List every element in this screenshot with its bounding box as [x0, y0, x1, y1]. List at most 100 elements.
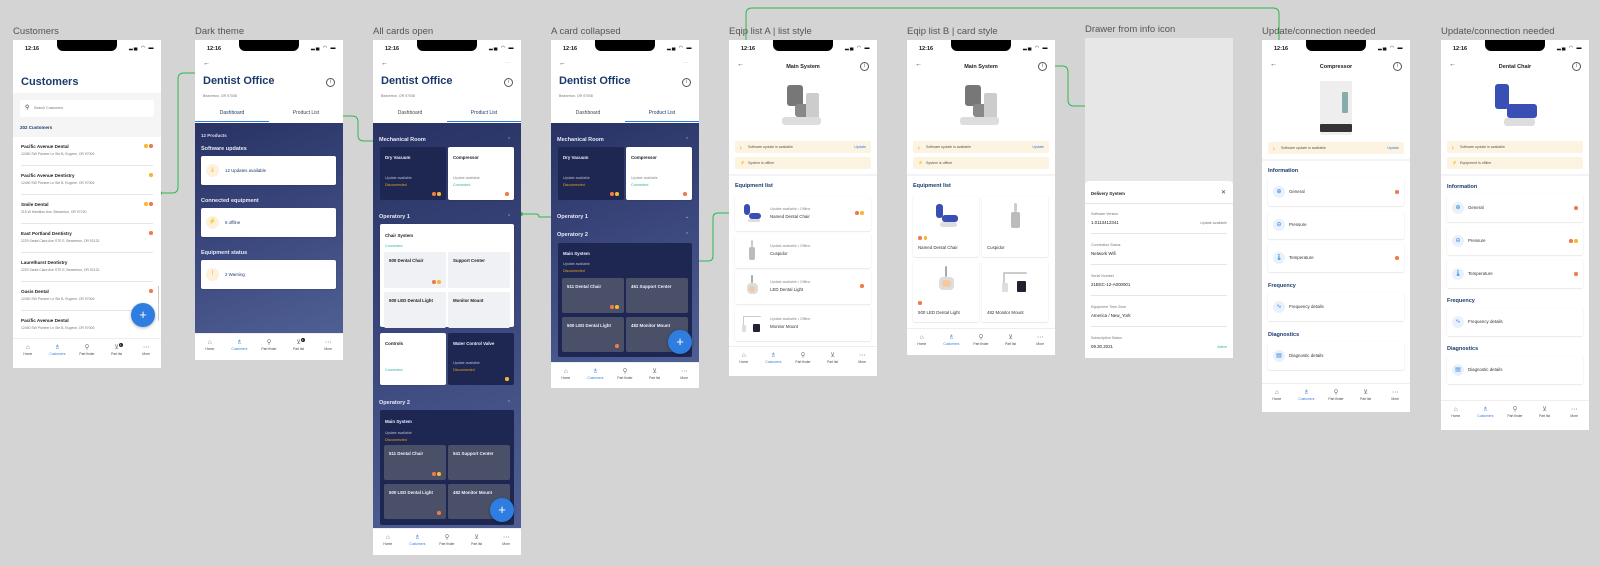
- nav-more[interactable]: ⋯ More: [1380, 389, 1410, 401]
- tab-product-list[interactable]: Product List: [625, 107, 699, 122]
- tab-product-list[interactable]: Product List: [269, 107, 343, 121]
- nav-part-list[interactable]: ⊻ Part list 1: [102, 343, 132, 356]
- nav-customers[interactable]: ♗ Customers: [1471, 406, 1501, 418]
- nav-more[interactable]: ⋯ More: [1559, 406, 1589, 418]
- nav-customers[interactable]: ♗ Customers: [403, 534, 433, 546]
- nav-part-finder[interactable]: ⚲ Part finder: [254, 339, 284, 351]
- back-button[interactable]: ←: [737, 61, 744, 68]
- equipment-card[interactable]: 511 Dental Chair: [384, 445, 446, 480]
- nav-home[interactable]: ⌂ Home: [551, 368, 581, 380]
- nav-home[interactable]: ⌂ Home: [195, 339, 225, 351]
- detail-row-frequency-details[interactable]: ∿ Frequency details: [1268, 293, 1404, 321]
- info-icon[interactable]: i: [1393, 62, 1402, 71]
- chevron-up-icon[interactable]: ⌃: [685, 137, 689, 143]
- detail-row-general[interactable]: ⊕ General: [1447, 194, 1583, 222]
- nav-more[interactable]: ⋯ More: [131, 344, 161, 356]
- equipment-card[interactable]: Named Dental Chair: [913, 196, 979, 257]
- equipment-card[interactable]: 541 Support Center: [448, 445, 510, 480]
- detail-row-temperature[interactable]: 🌡 Temperature: [1447, 260, 1583, 288]
- nav-home[interactable]: ⌂ Home: [373, 534, 403, 546]
- nav-part-list[interactable]: ⊻ Part list: [996, 334, 1026, 346]
- nav-part-list[interactable]: ⊻ Part list: [1351, 389, 1381, 401]
- more-button[interactable]: ⋯: [683, 60, 688, 66]
- nav-part-list[interactable]: ⊻ Part list 1: [284, 338, 314, 351]
- section-header[interactable]: Operatory 2: [379, 400, 410, 406]
- device-card[interactable]: Compressor Update available Connected: [626, 147, 692, 200]
- info-icon[interactable]: i: [1572, 62, 1581, 71]
- back-button[interactable]: ←: [559, 60, 566, 67]
- equipment-card[interactable]: 500 LED Dental Light: [913, 261, 979, 322]
- nav-more[interactable]: ⋯ More: [1025, 334, 1055, 346]
- device-card[interactable]: Compressor Update available Connected: [448, 147, 514, 200]
- equipment-card[interactable]: 461 Support Center: [626, 278, 688, 313]
- section-header[interactable]: Mechanical Room: [557, 137, 604, 143]
- nav-part-list[interactable]: ⊻ Part list: [1530, 406, 1560, 418]
- detail-row-pressure[interactable]: ⊖ Pressure: [1268, 211, 1404, 239]
- info-icon[interactable]: i: [1038, 62, 1047, 71]
- customer-list-item[interactable]: Pacific Avenue Dentistry 12450 SW Pioneer…: [13, 166, 161, 195]
- nav-part-list[interactable]: ⊻ Part list: [640, 368, 670, 380]
- nav-more[interactable]: ⋯ More: [313, 339, 343, 351]
- nav-customers[interactable]: ♗ Customers: [1292, 389, 1322, 401]
- equipment-card[interactable]: 511 Dental Chair: [562, 278, 624, 313]
- nav-home[interactable]: ⌂ Home: [1262, 389, 1292, 401]
- equipment-card[interactable]: Monitor Mount: [448, 292, 510, 328]
- nav-part-finder[interactable]: ⚲ Part finder: [966, 334, 996, 346]
- chevron-up-icon[interactable]: ⌃: [507, 214, 511, 220]
- chevron-up-icon[interactable]: ⌃: [507, 137, 511, 143]
- summary-card[interactable]: ! 2 Warning: [201, 260, 336, 289]
- device-card[interactable]: Dry Vacuum Update available Disconnected: [558, 147, 624, 200]
- close-icon[interactable]: ✕: [1221, 189, 1226, 196]
- equipment-card[interactable]: 500 LED Dental Light: [562, 317, 624, 352]
- detail-row-general[interactable]: ⊕ General: [1268, 178, 1404, 206]
- chevron-up-icon[interactable]: ⌃: [507, 400, 511, 406]
- equipment-card[interactable]: 500 LED Dental Light: [384, 292, 446, 328]
- tab-dashboard[interactable]: Dashboard: [551, 107, 625, 121]
- device-card[interactable]: Controls Connected: [380, 333, 446, 385]
- back-button[interactable]: ←: [915, 61, 922, 68]
- nav-part-finder[interactable]: ⚲ Part finder: [72, 344, 102, 356]
- equipment-card[interactable]: Support Center: [448, 252, 510, 288]
- detail-row-pressure[interactable]: ⊖ Pressure: [1447, 227, 1583, 255]
- info-icon[interactable]: i: [860, 62, 869, 71]
- equipment-card[interactable]: 482 Monitor Mount: [982, 261, 1048, 322]
- nav-part-finder[interactable]: ⚲ Part finder: [1500, 406, 1530, 418]
- equipment-list-item[interactable]: Update available • Offline Cuspidor: [735, 233, 871, 268]
- nav-part-finder[interactable]: ⚲ Part finder: [610, 368, 640, 380]
- equipment-list-item[interactable]: Update available • Offline Named Dental C…: [735, 197, 871, 231]
- nav-customers[interactable]: ♗ Customers: [225, 339, 255, 351]
- info-icon[interactable]: i: [326, 78, 335, 87]
- chair-system-card[interactable]: Chair System Connected 500 Dental Chair Sup…: [380, 224, 514, 328]
- equipment-card[interactable]: Cuspidor: [982, 196, 1048, 257]
- nav-customers[interactable]: ♗ Customers: [759, 352, 789, 364]
- add-button[interactable]: +: [668, 330, 692, 354]
- nav-home[interactable]: ⌂ Home: [1441, 406, 1471, 418]
- device-card[interactable]: Dry Vacuum Update available Disconnected: [380, 147, 446, 200]
- nav-more[interactable]: ⋯ More: [669, 368, 699, 380]
- back-button[interactable]: ←: [381, 60, 388, 67]
- nav-more[interactable]: ⋯ More: [847, 352, 877, 364]
- detail-row-diagnostic-details[interactable]: ▤ Diagnostic details: [1447, 356, 1583, 384]
- nav-part-list[interactable]: ⊻ Part list: [818, 352, 848, 364]
- back-button[interactable]: ←: [203, 60, 210, 67]
- back-button[interactable]: ←: [1449, 61, 1456, 68]
- equipment-list-item[interactable]: Update available • Offline LED Dental Lig…: [735, 270, 871, 304]
- equipment-card[interactable]: 500 LED Dental Light: [384, 484, 446, 519]
- section-header[interactable]: Operatory 2: [557, 232, 588, 238]
- add-button[interactable]: +: [490, 498, 514, 522]
- summary-card[interactable]: ⤓ 12 Updates available: [201, 156, 336, 185]
- nav-more[interactable]: ⋯ More: [491, 534, 521, 546]
- tab-dashboard[interactable]: Dashboard: [373, 107, 447, 121]
- chevron-down-icon[interactable]: ⌄: [685, 214, 689, 220]
- info-icon[interactable]: i: [682, 78, 691, 87]
- device-card[interactable]: Water Control Valve Update available Disco…: [448, 333, 514, 385]
- section-header[interactable]: Mechanical Room: [379, 137, 426, 143]
- back-button[interactable]: ←: [1270, 61, 1277, 68]
- update-link[interactable]: Update: [854, 145, 866, 149]
- nav-customers[interactable]: ♗ Customers: [43, 344, 73, 356]
- nav-home[interactable]: ⌂ Home: [13, 344, 43, 356]
- nav-part-finder[interactable]: ⚲ Part finder: [788, 352, 818, 364]
- chevron-up-icon[interactable]: ⌃: [685, 232, 689, 238]
- nav-customers[interactable]: ♗ Customers: [581, 368, 611, 380]
- customer-list-item[interactable]: Pacific Avenue Dental 12450 SW Pioneer Ln…: [13, 137, 161, 166]
